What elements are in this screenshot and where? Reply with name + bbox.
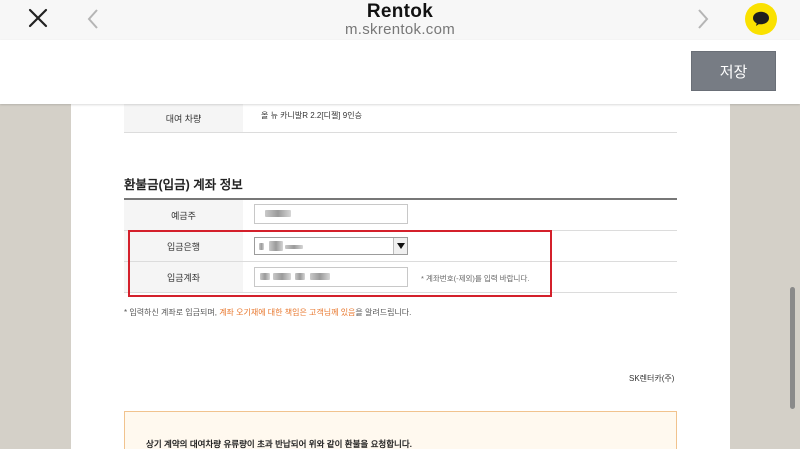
vehicle-value: 올 뉴 카니발R 2.2[디젤] 9인승 [261,111,362,120]
chat-bubble-icon [753,11,769,26]
notice-box: 상기 계약의 대여차량 유류량이 초과 반납되어 위와 같이 환불을 요청합니다… [124,411,677,449]
redacted-text [265,210,291,217]
vehicle-label: 대여 차량 [124,104,243,132]
company-name: SK렌터카(주) [629,374,675,383]
refund-document: 대여 차량 올 뉴 카니발R 2.2[디젤] 9인승 환불금(입금) 계좌 정보… [71,104,730,449]
highlight-box [128,230,552,297]
scrollbar[interactable] [790,287,795,409]
section-title: 환불금(입금) 계좌 정보 [124,178,243,192]
forward-arrow-icon[interactable] [696,8,710,30]
depositor-label: 예금주 [124,200,243,230]
kakao-chat-button[interactable] [745,3,777,35]
note-highlight: 계좌 오기재에 대한 책임은 고객님께 있음 [219,308,356,317]
note-prefix: * 입력하신 계좌로 입금되며, [124,308,220,317]
save-button[interactable]: 저장 [691,51,776,91]
account-note: * 입력하신 계좌로 입금되며, 계좌 오기재에 대한 책임은 고객님께 있음을… [124,307,411,318]
row-divider [124,132,677,133]
note-suffix: 을 알려드립니다. [355,308,412,317]
save-toolbar: 저장 [0,40,800,104]
page-title: Rentok [366,1,434,22]
depositor-input[interactable] [254,204,408,224]
page-url[interactable]: m.skrentok.com [0,21,800,38]
browser-top-bar: Rentok m.skrentok.com [0,0,800,40]
notice-text: 상기 계약의 대여차량 유류량이 초과 반납되어 위와 같이 환불을 요청합니다… [146,439,413,449]
